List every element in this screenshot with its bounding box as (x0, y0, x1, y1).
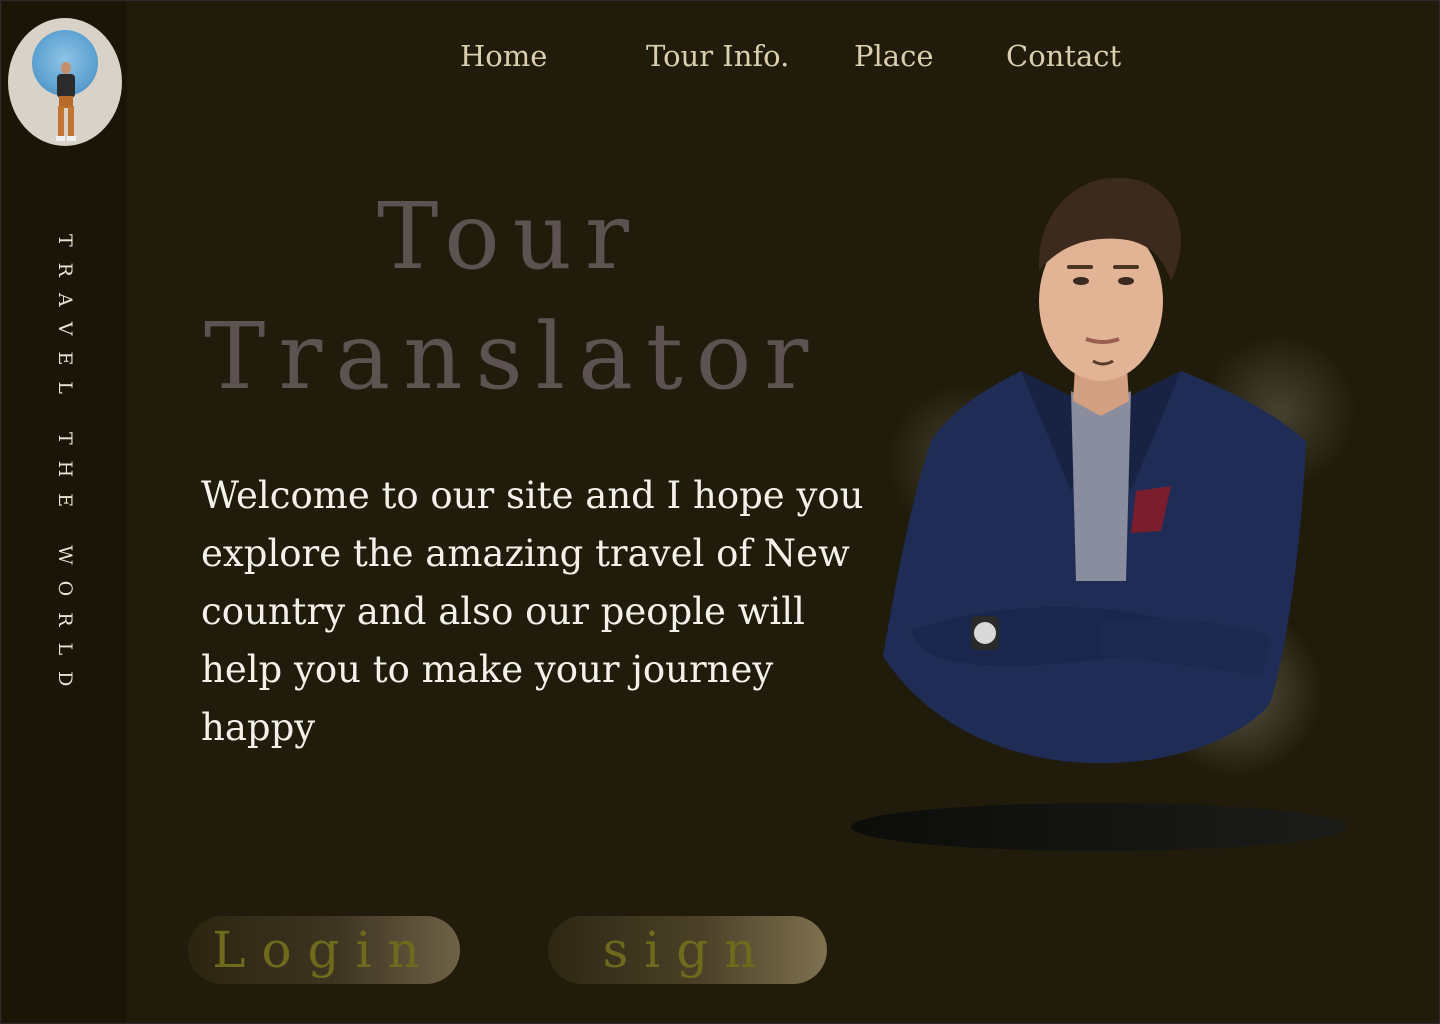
sidebar-tagline: TRAVEL THE WORLD (54, 234, 76, 703)
nav-place[interactable]: Place (854, 39, 933, 73)
translator-portrait (883, 177, 1306, 764)
sign-button[interactable]: sign (548, 916, 827, 984)
hero-title-line-1: Tour (377, 183, 642, 290)
top-nav: Home Tour Info. Place Contact (1, 39, 1439, 79)
app-frame: TRAVEL THE WORLD Home Tour Info. Place C… (0, 0, 1440, 1024)
nav-contact[interactable]: Contact (1006, 39, 1121, 73)
sidebar: TRAVEL THE WORLD (2, 2, 127, 1022)
hero-title-line-2: Translator (204, 303, 822, 410)
avatar[interactable] (8, 18, 122, 146)
login-button[interactable]: Login (188, 916, 460, 984)
nav-tour-info[interactable]: Tour Info. (646, 39, 789, 73)
welcome-text: Welcome to our site and I hope you explo… (201, 474, 864, 749)
nav-home[interactable]: Home (460, 39, 547, 73)
floor-shadow (851, 803, 1347, 851)
